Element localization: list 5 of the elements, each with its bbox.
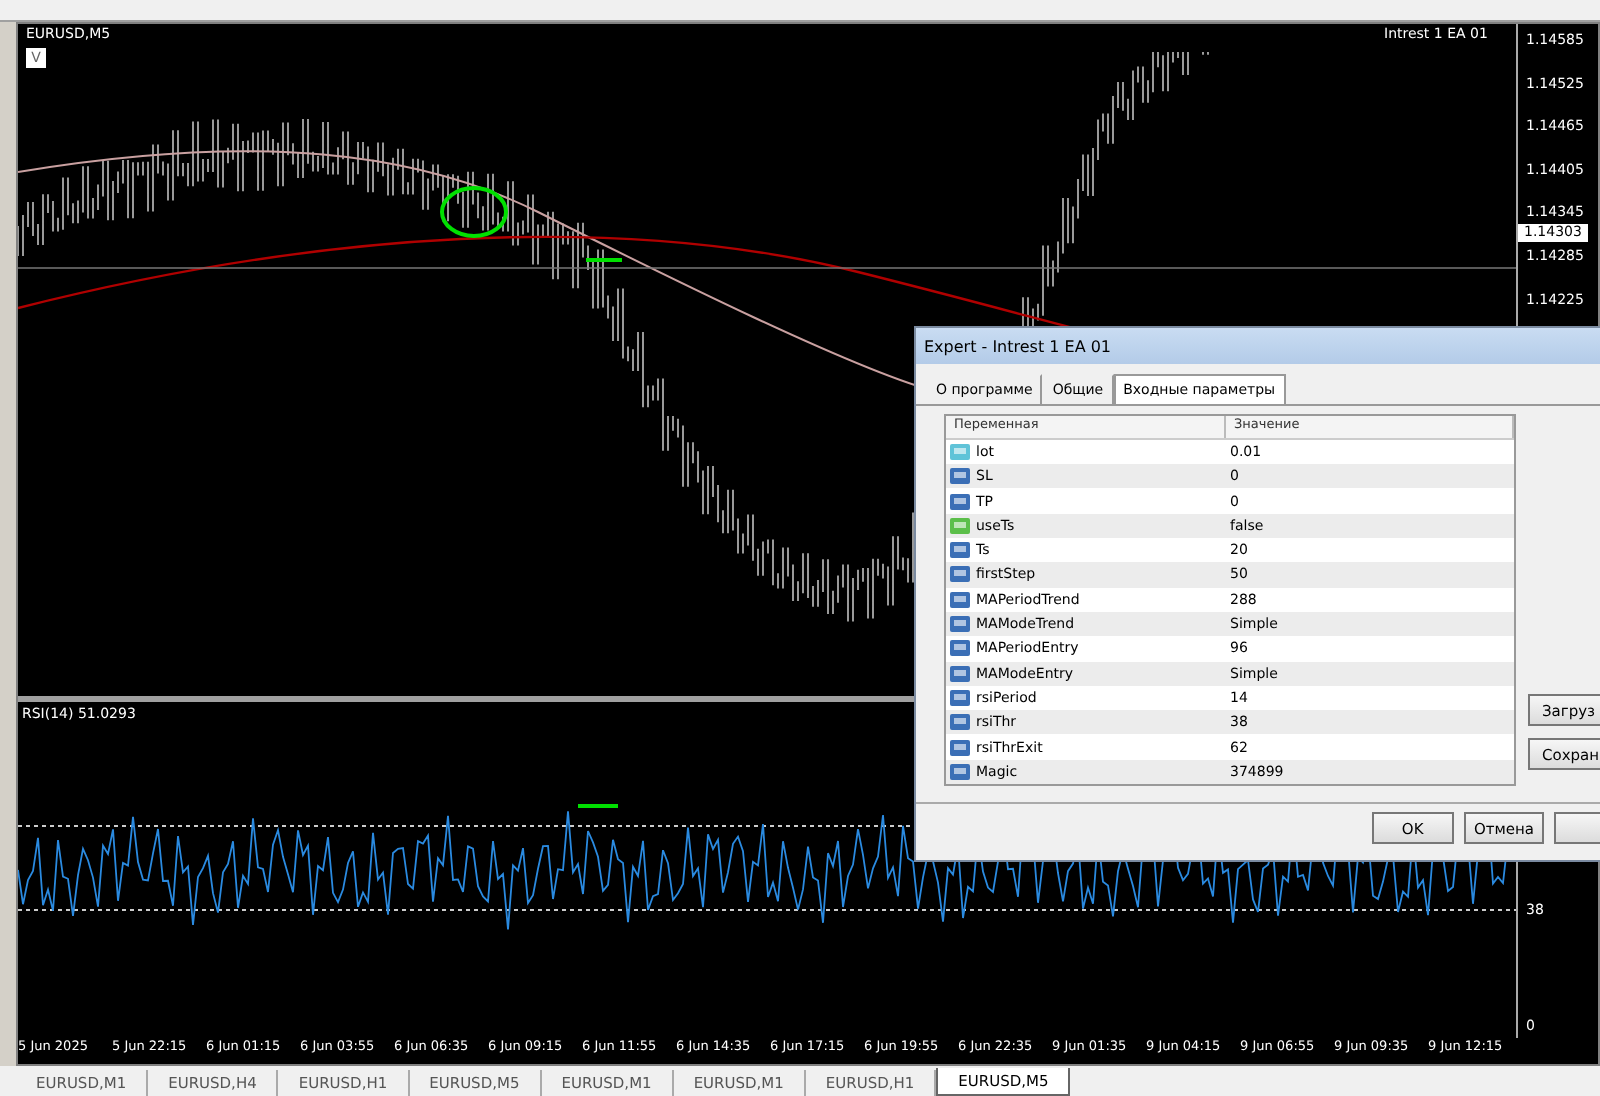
dialog-title: Expert - Intrest 1 EA 01 (916, 328, 1600, 364)
marker-line (578, 804, 618, 808)
bool-parameter-icon (950, 517, 970, 534)
circle-annotation (440, 186, 508, 238)
marker-line (586, 258, 622, 262)
